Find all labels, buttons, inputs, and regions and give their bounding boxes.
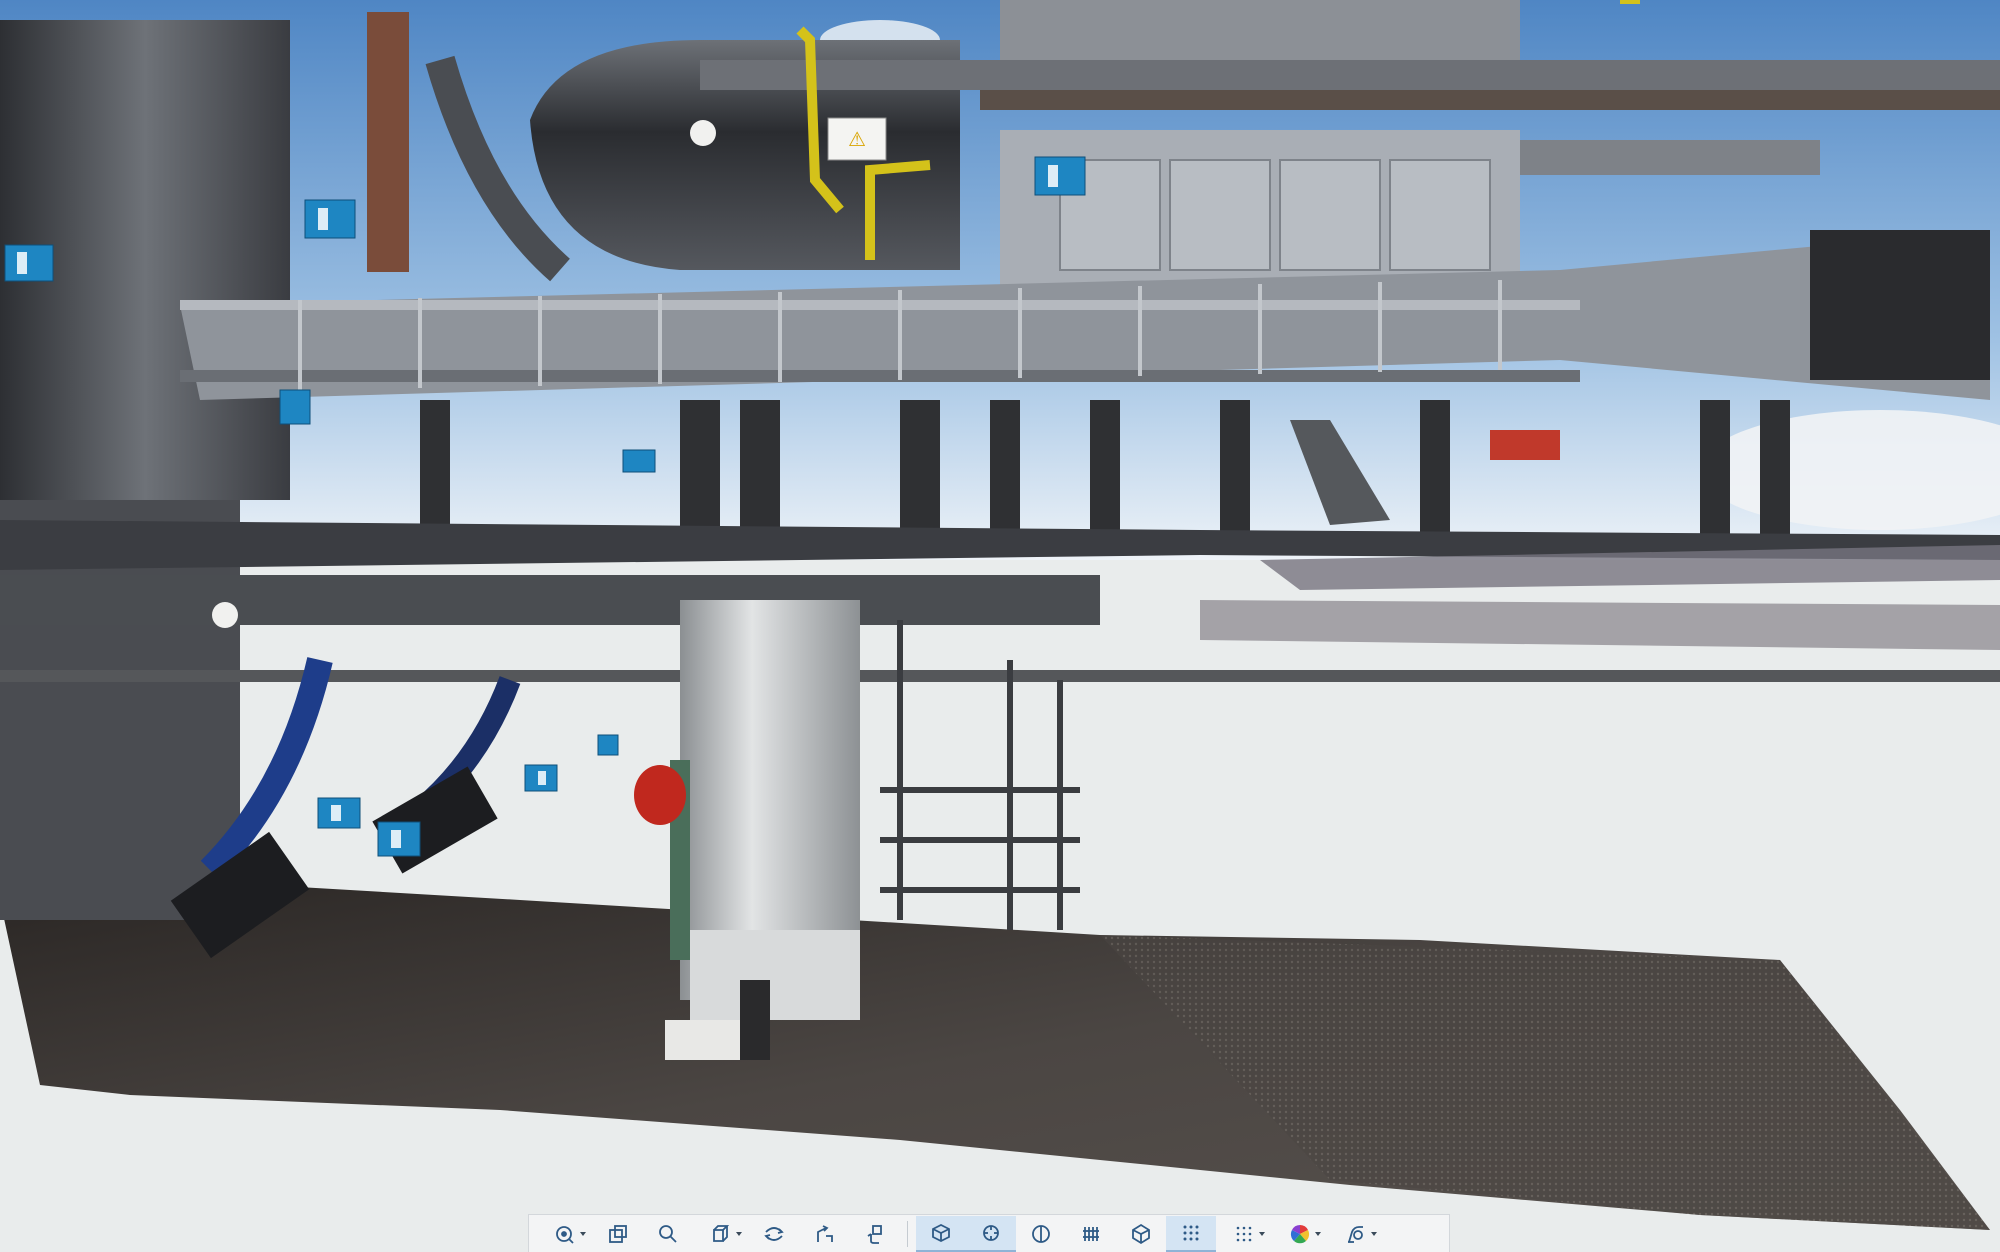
scan-target[interactable]	[279, 389, 311, 425]
piping-band	[0, 575, 1100, 625]
view-cube-icon	[713, 1224, 730, 1242]
hexagon-button[interactable]	[1116, 1216, 1166, 1252]
hexagon-icon	[1132, 1223, 1150, 1244]
red-panel	[1490, 430, 1560, 460]
top-housing	[1000, 0, 1520, 60]
upper-rail	[700, 60, 2000, 90]
point-density-icon	[1236, 1226, 1252, 1241]
toolbar-separator	[907, 1220, 908, 1247]
lamp	[212, 602, 238, 628]
orbit-icon	[556, 1225, 574, 1244]
section-button[interactable]	[1016, 1216, 1066, 1252]
scan-box-icon	[932, 1223, 950, 1242]
point-cloud-viewport[interactable]: ⚠	[0, 0, 2000, 1252]
lasso-icon	[983, 1224, 999, 1241]
pan-icon	[867, 1224, 882, 1244]
viewer-toolbar	[528, 1214, 1450, 1252]
lighting-button[interactable]	[1328, 1216, 1384, 1252]
point-cloud-scene: ⚠	[0, 0, 2000, 1252]
clip-plane-icon	[1083, 1226, 1099, 1241]
rotate-icon	[764, 1226, 784, 1241]
scan-target[interactable]	[4, 244, 54, 282]
lighting-icon	[1348, 1225, 1363, 1243]
zoom-icon	[659, 1224, 677, 1243]
rotate-button[interactable]	[749, 1216, 799, 1252]
pan-button[interactable]	[849, 1216, 899, 1252]
view-cube-button[interactable]	[693, 1216, 749, 1252]
lasso-button[interactable]	[966, 1215, 1016, 1252]
clip-plane-button[interactable]	[1066, 1216, 1116, 1252]
point-density-button[interactable]	[1216, 1216, 1272, 1252]
fire-extinguisher	[634, 765, 686, 825]
scan-target[interactable]	[304, 199, 356, 239]
stack-pipe	[367, 12, 409, 272]
scan-target[interactable]	[597, 734, 619, 756]
points-grid-icon	[1183, 1225, 1199, 1240]
points-grid-button[interactable]	[1166, 1215, 1216, 1252]
color-mode-icon	[1290, 1224, 1310, 1243]
long-pipe	[0, 670, 2000, 682]
section-icon	[1032, 1224, 1050, 1243]
zoom-button[interactable]	[643, 1216, 693, 1252]
walk-icon	[817, 1224, 833, 1242]
equipment-box	[665, 1020, 740, 1060]
lamp	[690, 120, 716, 146]
walk-button[interactable]	[799, 1216, 849, 1252]
scan-target[interactable]	[622, 449, 656, 473]
scan-box-button[interactable]	[916, 1215, 966, 1252]
motor-housing	[1810, 230, 1990, 380]
fit-view-icon	[609, 1224, 627, 1243]
rust-beam	[980, 90, 2000, 110]
side-beam	[1520, 140, 1820, 175]
color-mode-button[interactable]	[1272, 1216, 1328, 1252]
fit-view-button[interactable]	[593, 1216, 643, 1252]
orbit-button[interactable]	[537, 1216, 593, 1252]
warning-sign-icon: ⚠	[848, 127, 866, 151]
scan-target[interactable]	[1034, 156, 1086, 196]
